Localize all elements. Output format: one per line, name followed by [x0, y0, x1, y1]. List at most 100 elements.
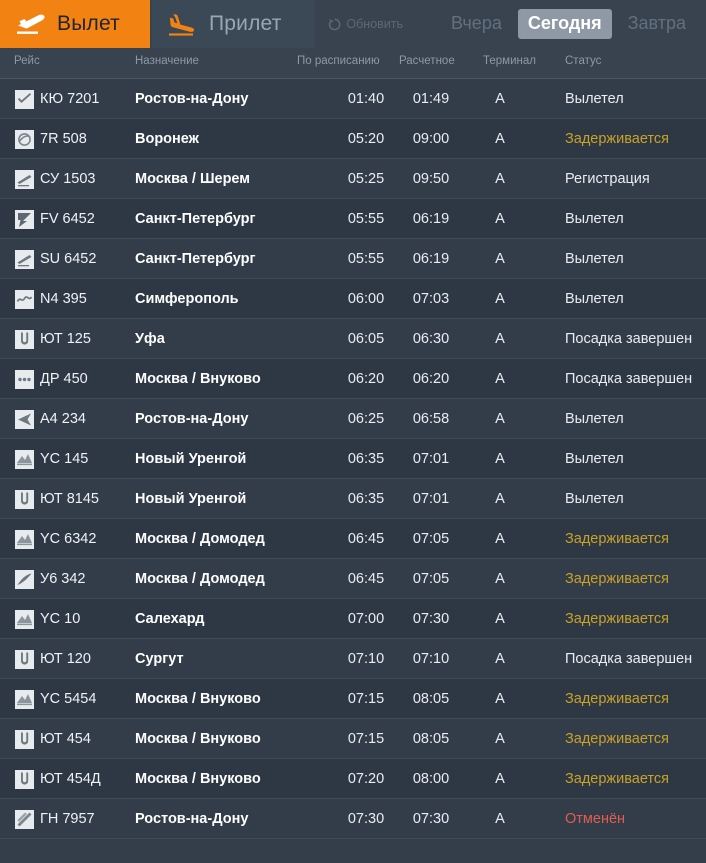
- cell-destination: Новый Уренгой: [135, 491, 247, 507]
- cell-flight: ЮТ 8145: [40, 491, 99, 507]
- cell-estimated: 06:58: [412, 411, 450, 427]
- status-badge: Вылетел: [565, 411, 624, 427]
- cell-terminal: A: [495, 371, 505, 387]
- top-bar: Вылет Прилет Обновить Вчера Сегодня Завт…: [0, 0, 706, 48]
- cell-estimated: 08:00: [412, 771, 450, 787]
- flight-rows[interactable]: КЮ 7201 Ростов-на-Дону 01:40 01:49 A Вылетел 7…: [0, 79, 706, 863]
- cell-destination: Москва / Внуково: [135, 691, 261, 707]
- cell-scheduled: 06:35: [347, 451, 385, 467]
- cell-estimated: 07:10: [412, 651, 450, 667]
- table-row[interactable]: A4 234 Ростов-на-Дону 06:25 06:58 A Вылетел: [0, 399, 706, 439]
- cell-terminal: A: [495, 611, 505, 627]
- cell-estimated: 09:00: [412, 131, 450, 147]
- table-row[interactable]: YC 10 Салехард 07:00 07:30 A Задерживается: [0, 599, 706, 639]
- cell-terminal: A: [495, 291, 505, 307]
- cell-destination: Воронеж: [135, 131, 199, 147]
- cell-estimated: 06:30: [412, 331, 450, 347]
- column-header-destination: Назначение: [135, 55, 199, 67]
- table-row[interactable]: ЮТ 454Д Москва / Внуково 07:20 08:00 A Задерж…: [0, 759, 706, 799]
- table-row[interactable]: КЮ 7201 Ростов-на-Дону 01:40 01:49 A Вылетел: [0, 79, 706, 119]
- status-badge: Регистрация: [565, 171, 650, 187]
- airline-logo-ut: [14, 719, 34, 759]
- cell-flight: YC 145: [40, 451, 89, 467]
- cell-scheduled: 06:45: [347, 531, 385, 547]
- status-badge: Задерживается: [565, 771, 669, 787]
- column-header-estimated: Расчетное: [399, 55, 455, 67]
- status-badge: Вылетел: [565, 451, 624, 467]
- cell-destination: Москва / Внуково: [135, 371, 261, 387]
- cell-flight: FV 6452: [40, 211, 95, 227]
- table-row[interactable]: У6 342 Москва / Домодед 06:45 07:05 A Задержи…: [0, 559, 706, 599]
- cell-terminal: A: [495, 571, 505, 587]
- cell-scheduled: 06:00: [347, 291, 385, 307]
- cell-scheduled: 05:55: [347, 211, 385, 227]
- airline-logo-u6: [14, 559, 34, 599]
- table-row[interactable]: SU 6452 Санкт-Петербург 05:55 06:19 A Вылетел: [0, 239, 706, 279]
- cell-destination: Санкт-Петербург: [135, 211, 256, 227]
- table-row[interactable]: ГН 7957 Ростов-на-Дону 07:30 07:30 A Отменён: [0, 799, 706, 839]
- cell-scheduled: 07:00: [347, 611, 385, 627]
- column-header-flight: Рейс: [14, 55, 40, 67]
- cell-destination: Ростов-на-Дону: [135, 811, 249, 827]
- status-badge: Вылетел: [565, 91, 624, 107]
- cell-scheduled: 07:15: [347, 731, 385, 747]
- day-today[interactable]: Сегодня: [517, 9, 612, 39]
- cell-flight: YC 6342: [40, 531, 97, 547]
- tab-arrivals[interactable]: Прилет: [152, 0, 315, 48]
- status-badge: Вылетел: [565, 491, 624, 507]
- status-badge: Отменён: [565, 811, 626, 827]
- status-badge: Вылетел: [565, 251, 624, 267]
- cell-destination: Москва / Внуково: [135, 731, 261, 747]
- airline-logo-7r: [14, 119, 34, 159]
- table-row[interactable]: ДР 450 Москва / Внуково 06:20 06:20 A Посадка…: [0, 359, 706, 399]
- cell-flight: A4 234: [40, 411, 86, 427]
- cell-estimated: 09:50: [412, 171, 450, 187]
- status-badge: Задерживается: [565, 691, 669, 707]
- cell-terminal: A: [495, 91, 505, 107]
- cell-scheduled: 06:35: [347, 491, 385, 507]
- cell-terminal: A: [495, 651, 505, 667]
- day-yesterday[interactable]: Вчера: [441, 9, 512, 39]
- airline-logo-su: [14, 159, 34, 199]
- table-row[interactable]: ЮТ 120 Сургут 07:10 07:10 A Посадка завершен: [0, 639, 706, 679]
- cell-estimated: 01:49: [412, 91, 450, 107]
- tab-departures-label: Вылет: [57, 12, 120, 35]
- table-row[interactable]: YC 145 Новый Уренгой 06:35 07:01 A Вылетел: [0, 439, 706, 479]
- table-row[interactable]: N4 395 Симферополь 06:00 07:03 A Вылетел: [0, 279, 706, 319]
- table-row[interactable]: YC 5454 Москва / Внуково 07:15 08:05 A Задерж…: [0, 679, 706, 719]
- cell-destination: Ростов-на-Дону: [135, 91, 249, 107]
- cell-flight: ДР 450: [40, 371, 88, 387]
- cell-estimated: 07:01: [412, 451, 450, 467]
- airline-logo-yc: [14, 599, 34, 639]
- table-row[interactable]: ЮТ 125 Уфа 06:05 06:30 A Посадка завершен: [0, 319, 706, 359]
- cell-flight: ГН 7957: [40, 811, 95, 827]
- cell-flight: У6 342: [40, 571, 86, 587]
- day-tomorrow[interactable]: Завтра: [618, 9, 696, 39]
- airline-logo-yc: [14, 679, 34, 719]
- cell-scheduled: 07:15: [347, 691, 385, 707]
- cell-terminal: A: [495, 131, 505, 147]
- airline-logo-su: [14, 239, 34, 279]
- status-badge: Задерживается: [565, 611, 669, 627]
- table-row[interactable]: FV 6452 Санкт-Петербург 05:55 06:19 A Вылетел: [0, 199, 706, 239]
- cell-estimated: 08:05: [412, 731, 450, 747]
- cell-destination: Москва / Домодед: [135, 571, 265, 587]
- cell-flight: СУ 1503: [40, 171, 96, 187]
- cell-scheduled: 06:25: [347, 411, 385, 427]
- table-row[interactable]: СУ 1503 Москва / Шерем 05:25 09:50 A Регистра…: [0, 159, 706, 199]
- table-row[interactable]: ЮТ 454 Москва / Внуково 07:15 08:05 A Задержи…: [0, 719, 706, 759]
- status-badge: Задерживается: [565, 131, 669, 147]
- cell-scheduled: 07:30: [347, 811, 385, 827]
- plane-landing-icon: [166, 11, 200, 37]
- cell-flight: 7R 508: [40, 131, 87, 147]
- table-row[interactable]: YC 6342 Москва / Домодед 06:45 07:05 A Задерж…: [0, 519, 706, 559]
- cell-scheduled: 01:40: [347, 91, 385, 107]
- cell-terminal: A: [495, 251, 505, 267]
- refresh-button[interactable]: Обновить: [328, 17, 403, 31]
- table-row[interactable]: ЮТ 8145 Новый Уренгой 06:35 07:01 A Вылетел: [0, 479, 706, 519]
- cell-destination: Москва / Внуково: [135, 771, 261, 787]
- tab-departures[interactable]: Вылет: [0, 0, 150, 48]
- airline-logo-ut: [14, 479, 34, 519]
- table-row[interactable]: 7R 508 Воронеж 05:20 09:00 A Задерживается: [0, 119, 706, 159]
- cell-terminal: A: [495, 491, 505, 507]
